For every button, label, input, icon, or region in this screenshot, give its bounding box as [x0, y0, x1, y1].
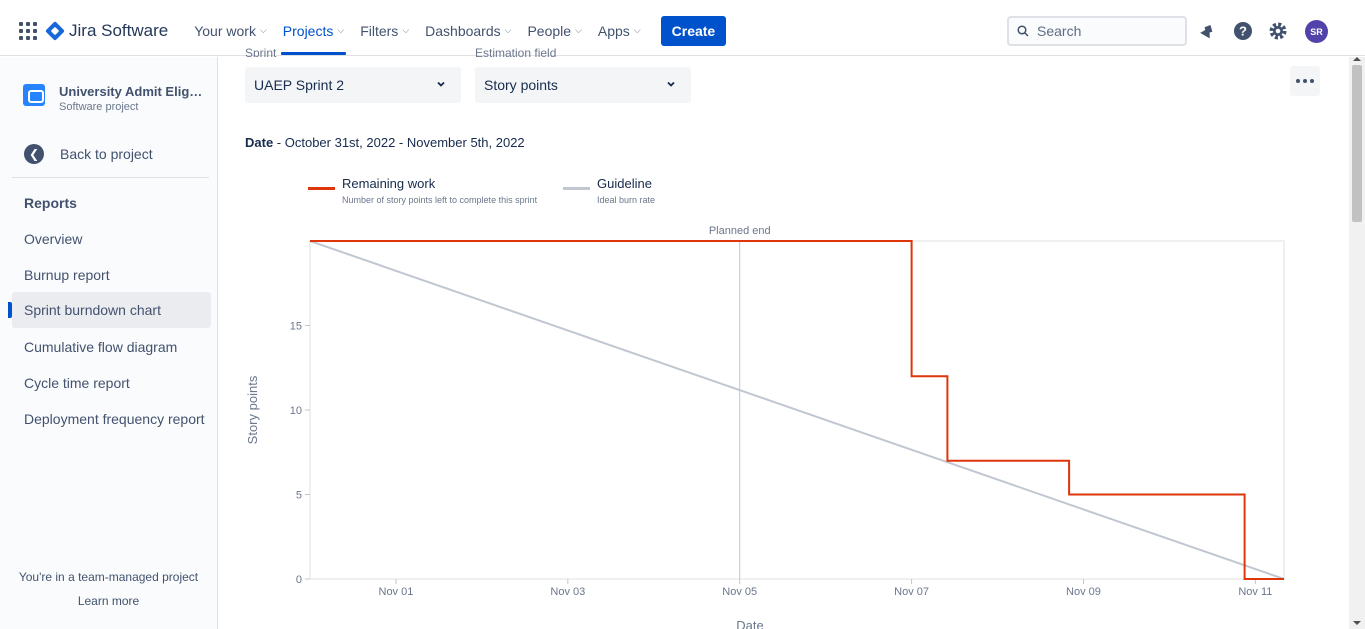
scroll-down-arrow-icon[interactable]: [1353, 621, 1361, 625]
chevron-down-icon: ⌵: [633, 25, 641, 35]
chevron-down-icon: ⌵: [337, 25, 345, 35]
sidebar-divider: [12, 177, 209, 178]
sidebar-item-deployment-frequency-report[interactable]: Deployment frequency report: [12, 401, 211, 437]
x-tick-label: Nov 09: [1066, 586, 1101, 598]
sprint-select[interactable]: UAEP Sprint 2: [245, 67, 461, 103]
y-tick-label: 5: [296, 490, 302, 502]
date-range-value: - October 31st, 2022 - November 5th, 202…: [273, 135, 525, 150]
x-axis: Nov 01 Nov 03 Nov 05 Nov 07 Nov 09 Nov 11: [379, 579, 1272, 598]
estimation-field-select[interactable]: Story points: [475, 67, 691, 103]
jira-diamond-icon: [45, 20, 65, 41]
nav-label: Filters: [360, 22, 399, 39]
sidebar-item-cycle-time-report[interactable]: Cycle time report: [12, 365, 211, 401]
back-to-project-link[interactable]: ❮ Back to project: [24, 144, 153, 164]
product-name: Jira Software: [69, 20, 169, 40]
scroll-up-arrow-icon[interactable]: [1353, 57, 1361, 61]
project-sidebar: University Admit Eligib... Software proj…: [0, 57, 218, 629]
y-tick-label: 15: [290, 321, 302, 333]
x-tick-label: Nov 11: [1238, 586, 1272, 598]
sidebar-item-label: Sprint burndown chart: [24, 302, 161, 318]
more-dot-icon: [1310, 79, 1314, 83]
legend-subtitle: Number of story points left to complete …: [342, 195, 538, 205]
legend-guideline: Guideline Ideal burn rate: [563, 176, 655, 205]
learn-more-link[interactable]: Learn more: [0, 594, 217, 608]
y-axis: 0 5 10 15: [290, 321, 310, 586]
more-dot-icon: [1296, 79, 1300, 83]
y-tick-label: 0: [296, 574, 302, 586]
x-tick-label: Nov 07: [894, 586, 929, 598]
legend-swatch-remaining: [308, 187, 335, 190]
more-dot-icon: [1303, 79, 1307, 83]
arrow-left-icon: ❮: [24, 144, 44, 164]
x-tick-label: Nov 05: [722, 586, 757, 598]
burndown-chart: Planned end 051015 Nov 01 Nov 03 Nov 05 Nov…: [245, 225, 1285, 629]
legend-remaining-work: Remaining work Number of story points le…: [308, 176, 537, 205]
sidebar-item-label: Cycle time report: [24, 375, 130, 391]
x-tick-label: Nov 01: [379, 586, 414, 598]
nav-label: People: [527, 22, 572, 39]
team-managed-note: You're in a team-managed project: [18, 570, 199, 584]
sidebar-item-sprint-burndown-chart[interactable]: Sprint burndown chart: [8, 292, 211, 328]
project-type: Software project: [59, 101, 139, 113]
nav-apps[interactable]: Apps ⌵: [590, 6, 649, 55]
nav-label: Dashboards: [425, 22, 501, 39]
chevron-down-icon: ⌵: [504, 25, 512, 35]
sidebar-item-label: Overview: [24, 231, 83, 247]
sidebar-item-burnup-report[interactable]: Burnup report: [12, 257, 211, 293]
estimation-select-value: Story points: [484, 77, 558, 93]
chevron-down-icon: [437, 81, 445, 87]
jira-logo[interactable]: Jira Software: [45, 20, 169, 41]
create-button[interactable]: Create: [660, 15, 727, 46]
y-tick-label: 10: [290, 405, 302, 417]
x-axis-label: Date: [736, 618, 763, 629]
sidebar-item-label: Cumulative flow diagram: [24, 339, 178, 355]
nav-label: Projects: [282, 22, 334, 39]
top-navigation-bar: Jira Software Your work ⌵ Projects ⌵ Filte…: [0, 6, 1365, 56]
project-avatar-icon: [23, 84, 45, 106]
sprint-select-value: UAEP Sprint 2: [254, 77, 345, 93]
help-icon[interactable]: ?: [1232, 20, 1254, 42]
header-mask: [218, 57, 1349, 66]
y-axis-label: Story points: [245, 375, 260, 444]
legend-title: Remaining work: [342, 176, 436, 191]
chevron-down-icon: ⌵: [259, 25, 267, 35]
sidebar-item-overview[interactable]: Overview: [12, 221, 211, 257]
planned-end-label: Planned end: [709, 225, 771, 237]
scroll-thumb[interactable]: [1352, 65, 1362, 222]
chevron-down-icon: [667, 81, 675, 87]
chevron-down-icon: ⌵: [402, 25, 410, 35]
chart-series: [309, 240, 1285, 580]
sidebar-item-label: Deployment frequency report: [24, 411, 205, 427]
date-range-label: Date: [245, 135, 274, 150]
project-name: University Admit Eligib...: [59, 84, 204, 99]
chevron-down-icon: ⌵: [575, 25, 582, 35]
reports-heading: Reports: [24, 195, 77, 211]
legend-subtitle: Ideal burn rate: [597, 195, 656, 205]
notifications-icon[interactable]: [1196, 20, 1218, 42]
app-switcher-icon[interactable]: [19, 21, 37, 40]
legend-swatch-guideline: [563, 187, 590, 190]
user-avatar[interactable]: SR: [1305, 20, 1328, 43]
legend-title: Guideline: [597, 176, 652, 191]
nav-filters[interactable]: Filters ⌵: [352, 6, 417, 55]
project-header[interactable]: University Admit Eligib... Software proj…: [23, 84, 204, 113]
nav-projects[interactable]: Projects ⌵: [275, 6, 352, 55]
search-icon: [1017, 25, 1029, 37]
search-box[interactable]: [1007, 16, 1187, 46]
nav-label: Apps: [597, 22, 630, 39]
more-actions-button[interactable]: [1290, 66, 1320, 96]
sidebar-item-cumulative-flow-diagram[interactable]: Cumulative flow diagram: [12, 329, 211, 365]
back-label: Back to project: [60, 146, 153, 162]
nav-label: Your work: [194, 22, 256, 39]
page-scrollbar[interactable]: [1349, 57, 1365, 629]
svg-text:?: ?: [1239, 24, 1247, 39]
guideline-line: [309, 240, 1285, 580]
date-range: Date - October 31st, 2022 - November 5th…: [245, 135, 525, 150]
settings-icon[interactable]: [1267, 20, 1289, 42]
x-tick-label: Nov 03: [550, 586, 585, 598]
sidebar-item-label: Burnup report: [24, 267, 110, 283]
search-input[interactable]: [1037, 23, 1167, 39]
